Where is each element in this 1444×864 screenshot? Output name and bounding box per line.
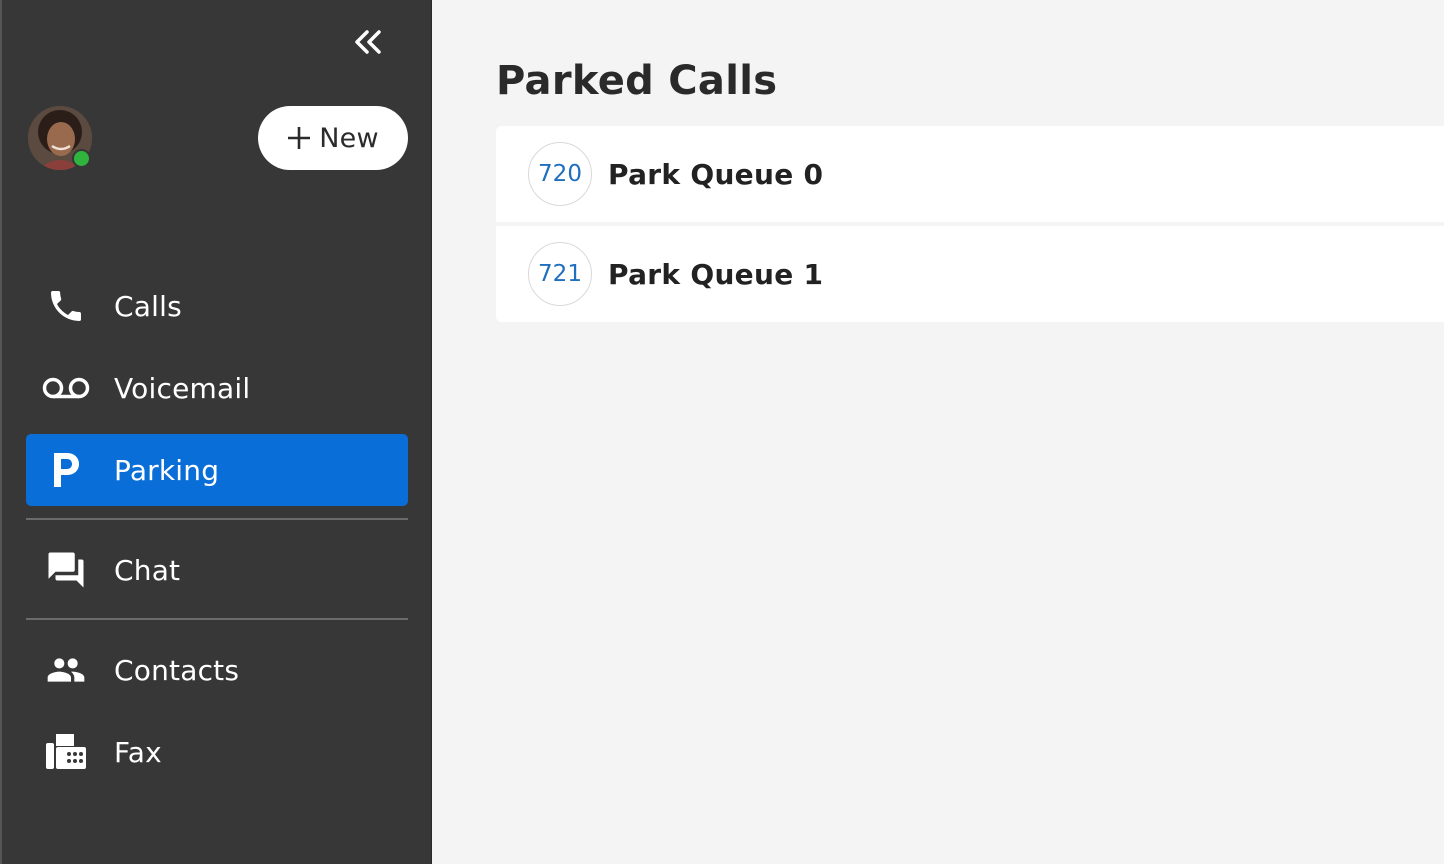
parking-icon [26,434,106,506]
sidebar-item-label: Voicemail [114,371,251,405]
main-content: Parked Calls 720 Park Queue 0 721 Park Q… [432,0,1444,864]
plus-icon [287,126,311,150]
app-window: New Calls Voicemail Parking Chat Contact… [0,0,1444,864]
contacts-icon [26,634,106,706]
new-button[interactable]: New [258,106,408,170]
sidebar-item-voicemail[interactable]: Voicemail [26,352,408,424]
voicemail-icon [26,352,106,424]
fax-icon [26,716,106,788]
sidebar-divider [26,618,408,620]
chat-icon [26,534,106,606]
avatar[interactable] [28,106,92,170]
sidebar-divider [26,518,408,520]
sidebar-item-label: Fax [114,735,162,769]
sidebar-item-chat[interactable]: Chat [26,534,408,606]
sidebar-item-calls[interactable]: Calls [26,270,408,342]
extension-badge: 720 [528,142,592,206]
sidebar-item-fax[interactable]: Fax [26,716,408,788]
sidebar-item-parking[interactable]: Parking [26,434,408,506]
page-title: Parked Calls [496,58,778,104]
queue-name: Park Queue 1 [608,257,824,291]
queue-name: Park Queue 0 [608,157,824,191]
collapse-sidebar-button[interactable] [348,24,388,60]
sidebar-item-label: Calls [114,289,182,323]
extension-badge: 721 [528,242,592,306]
sidebar-item-contacts[interactable]: Contacts [26,634,408,706]
double-chevron-left-icon [355,30,381,54]
list-item[interactable]: 720 Park Queue 0 [496,126,1444,222]
list-item[interactable]: 721 Park Queue 1 [496,226,1444,322]
sidebar-item-label: Contacts [114,653,240,687]
sidebar-item-label: Chat [114,553,181,587]
sidebar: New Calls Voicemail Parking Chat Contact… [0,0,432,864]
park-queue-list: 720 Park Queue 0 721 Park Queue 1 [496,126,1444,322]
phone-icon [26,270,106,342]
presence-online-indicator [72,149,91,168]
sidebar-item-label: Parking [114,453,220,487]
new-button-label: New [319,122,379,154]
